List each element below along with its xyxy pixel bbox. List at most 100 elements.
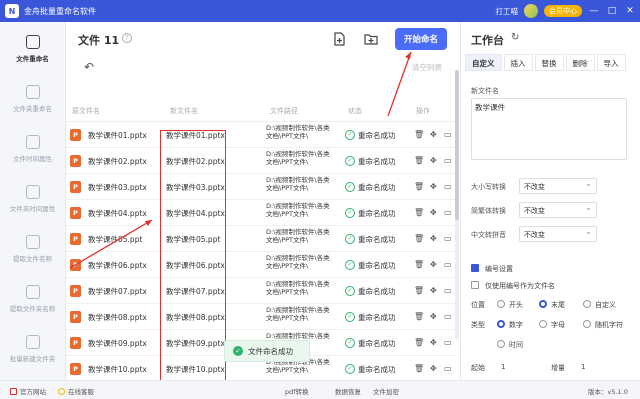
sidebar-item-folder-time[interactable]: 文件夹时间属性 — [0, 176, 65, 222]
new-filename: 教学课件10.pptx — [166, 365, 225, 374]
online-service-link[interactable]: 在线客服 — [58, 386, 94, 396]
type-letter-radio[interactable] — [539, 320, 547, 328]
move-icon[interactable]: ✥ — [430, 286, 437, 295]
pos-start-radio[interactable] — [497, 300, 505, 308]
table-header: 原文件名 新文件名 文件路径 状态 操作 — [66, 100, 458, 122]
type-number-label: 数字 — [509, 321, 523, 329]
open-folder-icon[interactable]: ▭ — [444, 338, 452, 347]
open-folder-icon[interactable]: ▭ — [444, 130, 452, 139]
table-row[interactable]: P 教学课件06.pptx 教学课件06.pptx D:\视频制作软件\各类文档\PP… — [66, 252, 458, 278]
tab-insert[interactable]: 插入 — [503, 54, 533, 71]
type-time-radio[interactable] — [497, 340, 505, 348]
scrollbar[interactable] — [455, 70, 459, 340]
sidebar-item-extract-filename[interactable]: 提取文件名称 — [0, 226, 65, 272]
tab-custom[interactable]: 自定义 — [465, 54, 502, 71]
table-row[interactable]: P 教学课件04.pptx 教学课件04.pptx D:\视频制作软件\各类文档\PP… — [66, 200, 458, 226]
only-number-checkbox[interactable] — [471, 281, 479, 289]
close-button[interactable]: ✕ — [624, 6, 636, 16]
move-icon[interactable]: ✥ — [430, 156, 437, 165]
pdf-convert-link[interactable]: pdf转换 — [285, 386, 309, 396]
maximize-button[interactable]: □ — [606, 6, 618, 16]
success-check-icon: ✓ — [345, 286, 355, 296]
sidebar-item-file-time[interactable]: 文件时间属性 — [0, 126, 65, 172]
type-label: 类型 — [471, 321, 485, 329]
tab-import[interactable]: 导入 — [596, 54, 626, 71]
move-icon[interactable]: ✥ — [430, 364, 437, 373]
official-site-link[interactable]: 官方网站 — [10, 386, 46, 396]
delete-icon[interactable]: 🗑 — [414, 156, 424, 165]
minimize-button[interactable]: — — [588, 6, 600, 16]
delete-icon[interactable]: 🗑 — [414, 364, 424, 373]
open-folder-icon[interactable]: ▭ — [444, 208, 452, 217]
table-row[interactable]: P 教学课件03.pptx 教学课件03.pptx D:\视频制作软件\各类文档\PP… — [66, 174, 458, 200]
table-row[interactable]: P 教学课件02.pptx 教学课件02.pptx D:\视频制作软件\各类文档\PP… — [66, 148, 458, 174]
file-time-icon — [25, 135, 40, 149]
delete-icon[interactable]: 🗑 — [414, 208, 424, 217]
new-filename: 教学课件01.pptx — [166, 131, 225, 140]
open-folder-icon[interactable]: ▭ — [444, 312, 452, 321]
pos-custom-radio[interactable] — [583, 300, 591, 308]
delete-icon[interactable]: 🗑 — [414, 130, 424, 139]
pos-end-radio[interactable] — [539, 300, 547, 308]
tab-replace[interactable]: 替换 — [534, 54, 564, 71]
delete-icon[interactable]: 🗑 — [414, 338, 424, 347]
open-folder-icon[interactable]: ▭ — [444, 182, 452, 191]
sidebar-item-file-rename[interactable]: 文件重命名 — [0, 26, 65, 72]
status-text: 重命名成功 — [358, 365, 396, 374]
case-select[interactable]: 不改变 — [519, 178, 597, 194]
clear-list-link[interactable]: 清空列表 — [412, 62, 442, 73]
open-folder-icon[interactable]: ▭ — [444, 156, 452, 165]
numbering-checkbox[interactable] — [471, 264, 479, 272]
new-name-input[interactable]: 教学课件 — [471, 98, 627, 160]
undo-icon[interactable]: ↶ — [84, 60, 94, 74]
table-row[interactable]: P 教学课件05.ppt 教学课件05.ppt D:\视频制作软件\各类文档\PPT文… — [66, 226, 458, 252]
open-folder-icon[interactable]: ▭ — [444, 260, 452, 269]
new-filename: 教学课件06.pptx — [166, 261, 225, 270]
table-row[interactable]: P 教学课件07.pptx 教学课件07.pptx D:\视频制作软件\各类文档\PP… — [66, 278, 458, 304]
pinyin-select[interactable]: 不改变 — [519, 226, 597, 242]
delete-icon[interactable]: 🗑 — [414, 312, 424, 321]
move-icon[interactable]: ✥ — [430, 182, 437, 191]
avatar[interactable] — [524, 4, 538, 18]
step-input[interactable]: 1 — [581, 363, 585, 371]
traditional-select[interactable]: 不改变 — [519, 202, 597, 218]
open-folder-icon[interactable]: ▭ — [444, 286, 452, 295]
data-recovery-link[interactable]: 数据恢复 — [335, 386, 361, 396]
type-random-radio[interactable] — [583, 320, 591, 328]
user-name[interactable]: 打工喵 — [496, 6, 519, 17]
open-folder-icon[interactable]: ▭ — [444, 364, 452, 373]
sidebar-item-batch-new-folder[interactable]: 批量新建文件夹 — [0, 326, 65, 372]
start-input[interactable]: 1 — [501, 363, 505, 371]
move-icon[interactable]: ✥ — [430, 312, 437, 321]
help-icon[interactable]: ? — [122, 33, 132, 43]
workbench-panel: 工作台 ↻ 自定义 插入 替换 删除 导入 新文件名 教学课件 大小写转换 不改… — [460, 22, 640, 380]
type-number-radio[interactable] — [497, 320, 505, 328]
vip-center-button[interactable]: 会员中心 — [544, 5, 582, 17]
move-icon[interactable]: ✥ — [430, 338, 437, 347]
add-file-icon[interactable] — [332, 32, 346, 46]
delete-icon[interactable]: 🗑 — [414, 182, 424, 191]
open-folder-icon[interactable]: ▭ — [444, 234, 452, 243]
move-icon[interactable]: ✥ — [430, 208, 437, 217]
tab-delete[interactable]: 删除 — [565, 54, 595, 71]
table-row[interactable]: P 教学课件08.pptx 教学课件08.pptx D:\视频制作软件\各类文档\PP… — [66, 304, 458, 330]
scrollbar-thumb[interactable] — [455, 70, 459, 220]
delete-icon[interactable]: 🗑 — [414, 260, 424, 269]
sidebar-item-folder-rename[interactable]: 文件夹重命名 — [0, 76, 65, 122]
add-folder-icon[interactable] — [364, 32, 378, 46]
col-path[interactable]: 文件路径 — [270, 106, 298, 116]
refresh-icon[interactable]: ↻ — [511, 32, 519, 43]
delete-icon[interactable]: 🗑 — [414, 286, 424, 295]
col-original-name[interactable]: 原文件名 — [72, 106, 100, 116]
move-icon[interactable]: ✥ — [430, 234, 437, 243]
delete-icon[interactable]: 🗑 — [414, 234, 424, 243]
sidebar-item-extract-foldername[interactable]: 提取文件夹名称 — [0, 276, 65, 322]
move-icon[interactable]: ✥ — [430, 130, 437, 139]
table-row[interactable]: P 教学课件01.pptx 教学课件01.pptx D:\视频制作软件\各类文档\PP… — [66, 122, 458, 148]
col-new-name[interactable]: 新文件名 — [170, 106, 198, 116]
col-status[interactable]: 状态 — [348, 106, 362, 116]
file-encrypt-link[interactable]: 文件加密 — [373, 386, 399, 396]
original-filename: 教学课件06.pptx — [88, 261, 147, 270]
move-icon[interactable]: ✥ — [430, 260, 437, 269]
start-rename-button[interactable]: 开始命名 — [395, 28, 447, 50]
